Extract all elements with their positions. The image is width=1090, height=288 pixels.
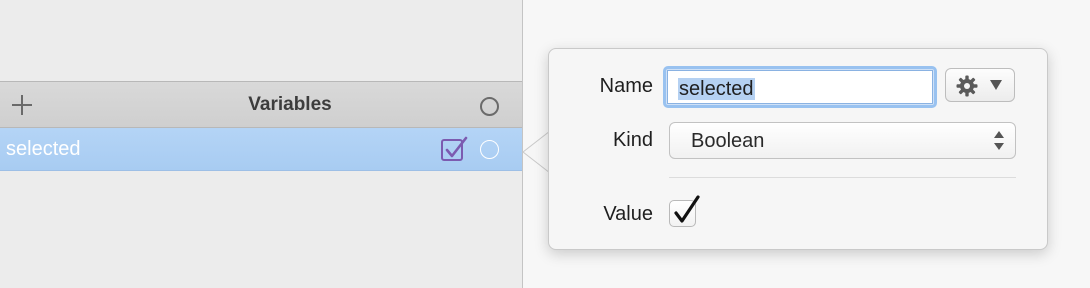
circle-icon[interactable] (480, 97, 499, 116)
name-input[interactable]: selected (667, 70, 933, 104)
variable-name: selected (6, 138, 81, 160)
variable-row[interactable]: selected (0, 128, 522, 171)
separator (669, 177, 1016, 178)
value-checkbox[interactable] (669, 195, 700, 227)
name-field[interactable]: selected (663, 66, 937, 108)
updown-arrows-icon (994, 131, 1004, 151)
add-variable-button[interactable] (10, 93, 34, 117)
value-label: Value (603, 203, 653, 225)
kind-select-value: Boolean (691, 130, 765, 152)
circle-icon[interactable] (480, 140, 499, 159)
name-input-text: selected (678, 78, 755, 100)
variable-inspector-popover: Name selected Kind Boolean Value (548, 48, 1048, 250)
settings-menu-button[interactable] (945, 68, 1015, 102)
variables-sidebar: Variables selected (0, 0, 522, 288)
gear-icon (956, 75, 978, 97)
chevron-down-icon (990, 80, 1002, 90)
kind-label: Kind (612, 129, 653, 151)
kind-select[interactable]: Boolean (669, 122, 1016, 159)
variables-title: Variables (248, 94, 332, 115)
checkbox-checked-icon[interactable] (440, 136, 468, 164)
name-label: Name (599, 75, 653, 97)
checkmark-icon (674, 195, 700, 223)
variables-header: Variables (0, 81, 522, 128)
